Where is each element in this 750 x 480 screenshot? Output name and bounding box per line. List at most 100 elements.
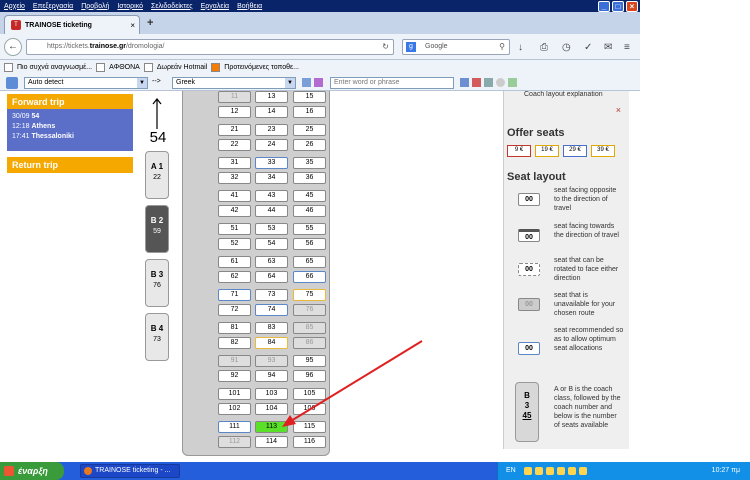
search-box[interactable]: g Google ⚲ <box>402 39 510 55</box>
toolbar-icon[interactable] <box>484 78 493 87</box>
start-button[interactable]: έναρξη <box>0 462 64 480</box>
seat[interactable]: 43 <box>255 190 288 202</box>
seat[interactable]: 114 <box>255 436 288 448</box>
tray-icon[interactable] <box>546 467 554 475</box>
return-trip-header[interactable]: Return trip <box>7 157 133 173</box>
seat[interactable]: 71 <box>218 289 251 301</box>
seat[interactable]: 14 <box>255 106 288 118</box>
back-button[interactable]: ← <box>4 38 22 56</box>
bookmark-most-visited[interactable]: Πιο συχνά αναγνωσμέ... <box>17 64 92 71</box>
toolbar-icon[interactable] <box>472 78 481 87</box>
seat[interactable]: 13 <box>255 91 288 103</box>
menu-file[interactable]: Αρχείο <box>4 3 25 10</box>
seat[interactable]: 41 <box>218 190 251 202</box>
seat[interactable]: 22 <box>218 139 251 151</box>
seat[interactable]: 63 <box>255 256 288 268</box>
seat[interactable]: 42 <box>218 205 251 217</box>
toolbar-icon[interactable] <box>460 78 469 87</box>
download-icon[interactable]: ↓ <box>518 42 523 53</box>
seat[interactable]: 52 <box>218 238 251 250</box>
translate-icon[interactable] <box>302 78 311 87</box>
word-input[interactable]: Enter word or phrase <box>330 77 454 89</box>
coach-button[interactable]: A 1 22 <box>145 151 169 199</box>
tools-icon[interactable]: ✉ <box>604 42 612 53</box>
seat[interactable]: 55 <box>293 223 326 235</box>
tab-close-icon[interactable]: × <box>130 21 135 30</box>
search-magnifier-icon[interactable]: ⚲ <box>499 40 505 54</box>
dictionary-icon[interactable] <box>314 78 323 87</box>
bookmark-suggested[interactable]: Προτεινόμενες τοποθε... <box>224 64 299 71</box>
seat[interactable]: 45 <box>293 190 326 202</box>
seat[interactable]: 31 <box>218 157 251 169</box>
seat[interactable]: 72 <box>218 304 251 316</box>
seat[interactable]: 61 <box>218 256 251 268</box>
toolbar-icon[interactable] <box>496 78 505 87</box>
print-icon[interactable]: ⎙ <box>540 42 548 53</box>
bookmark-hotmail[interactable]: Δωρεάν Hotmail <box>157 64 207 71</box>
menu-help[interactable]: Βοήθεια <box>237 3 262 10</box>
seat[interactable]: 36 <box>293 172 326 184</box>
source-language-select[interactable]: Auto detect ▼ <box>24 77 148 89</box>
menu-edit[interactable]: Επεξεργασία <box>33 3 73 10</box>
seat[interactable]: 81 <box>218 322 251 334</box>
tray-icon[interactable] <box>568 467 576 475</box>
seat[interactable]: 102 <box>218 403 251 415</box>
taskbar-firefox-item[interactable]: TRAINOSE ticketing - ... <box>80 464 180 478</box>
tray-icon[interactable] <box>524 467 532 475</box>
seat[interactable]: 64 <box>255 271 288 283</box>
bookmark-afthona[interactable]: ΑΦΘΟΝΑ <box>109 64 140 71</box>
seat[interactable]: 54 <box>255 238 288 250</box>
tray-icon[interactable] <box>557 467 565 475</box>
seat[interactable]: 51 <box>218 223 251 235</box>
seat[interactable]: 62 <box>218 271 251 283</box>
seat[interactable]: 34 <box>255 172 288 184</box>
seat[interactable]: 74 <box>255 304 288 316</box>
seat[interactable]: 23 <box>255 124 288 136</box>
seat[interactable]: 75 <box>293 289 326 301</box>
seat[interactable]: 83 <box>255 322 288 334</box>
coach-button[interactable]: B 2 59 <box>145 205 169 253</box>
seat[interactable]: 35 <box>293 157 326 169</box>
seat[interactable]: 66 <box>293 271 326 283</box>
seat[interactable]: 116 <box>293 436 326 448</box>
minimize-button[interactable]: _ <box>598 1 610 12</box>
menu-icon[interactable]: ≡ <box>624 42 630 53</box>
seat[interactable]: 111 <box>218 421 251 433</box>
close-icon[interactable]: × <box>616 105 621 115</box>
seat[interactable]: 65 <box>293 256 326 268</box>
seat[interactable]: 101 <box>218 388 251 400</box>
seat[interactable]: 46 <box>293 205 326 217</box>
seat[interactable]: 53 <box>255 223 288 235</box>
new-tab-button[interactable]: + <box>147 17 153 29</box>
reload-icon[interactable]: ↻ <box>382 40 389 54</box>
menu-view[interactable]: Προβολή <box>81 3 109 10</box>
maximize-button[interactable]: □ <box>612 1 624 12</box>
seat[interactable]: 25 <box>293 124 326 136</box>
addon-icon[interactable]: ✓ <box>584 42 592 53</box>
tray-icon[interactable] <box>579 467 587 475</box>
seat[interactable]: 33 <box>255 157 288 169</box>
seat[interactable]: 26 <box>293 139 326 151</box>
coach-button[interactable]: B 3 76 <box>145 259 169 307</box>
seat[interactable]: 92 <box>218 370 251 382</box>
toolbar-icon[interactable] <box>508 78 517 87</box>
seat[interactable]: 73 <box>255 289 288 301</box>
seat[interactable]: 32 <box>218 172 251 184</box>
seat[interactable]: 56 <box>293 238 326 250</box>
seat[interactable]: 16 <box>293 106 326 118</box>
menu-history[interactable]: Ιστορικό <box>117 3 143 10</box>
seat[interactable]: 15 <box>293 91 326 103</box>
address-bar[interactable]: https://tickets.trainose.gr/dromologia/ … <box>26 39 394 55</box>
coach-button[interactable]: B 4 73 <box>145 313 169 361</box>
forward-trip-header[interactable]: Forward trip <box>7 94 133 110</box>
seat[interactable]: 82 <box>218 337 251 349</box>
tray-icon[interactable] <box>535 467 543 475</box>
seat[interactable]: 24 <box>255 139 288 151</box>
close-window-button[interactable]: × <box>626 1 638 12</box>
seat[interactable]: 12 <box>218 106 251 118</box>
tab-trainose[interactable]: T TRAINOSE ticketing × <box>4 15 140 34</box>
history-icon[interactable]: ◷ <box>562 42 571 53</box>
seat[interactable]: 44 <box>255 205 288 217</box>
seat[interactable]: 21 <box>218 124 251 136</box>
menu-bookmarks[interactable]: Σελιδοδείκτες <box>151 3 193 10</box>
